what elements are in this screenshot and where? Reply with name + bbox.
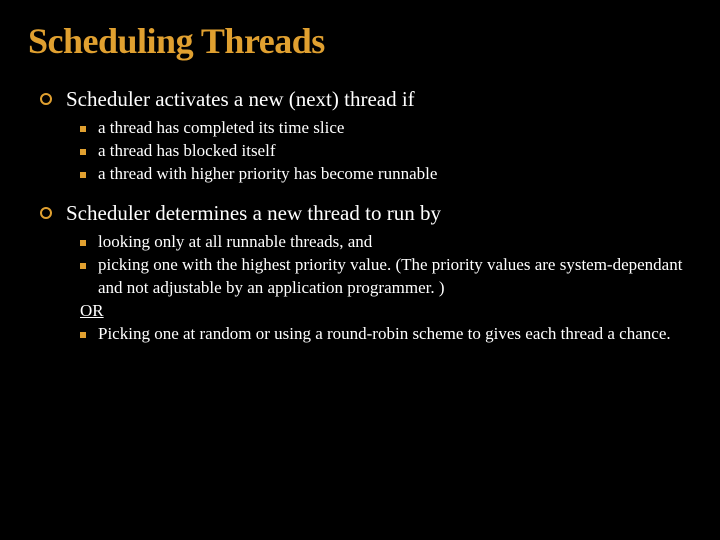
list-item: a thread with higher priority has become…	[28, 163, 692, 186]
bullet-text: looking only at all runnable threads, an…	[98, 231, 372, 254]
circle-bullet-icon	[40, 207, 52, 219]
slide-content: Scheduler activates a new (next) thread …	[28, 86, 692, 346]
list-item: a thread has blocked itself	[28, 140, 692, 163]
square-bullet-icon	[80, 126, 86, 132]
or-separator: OR	[28, 300, 692, 323]
bullet-text: a thread has blocked itself	[98, 140, 276, 163]
slide: Scheduling Threads Scheduler activates a…	[0, 0, 720, 540]
circle-bullet-icon	[40, 93, 52, 105]
list-item: picking one with the highest priority va…	[28, 254, 692, 300]
bullet-text: Scheduler activates a new (next) thread …	[66, 86, 415, 113]
square-bullet-icon	[80, 149, 86, 155]
square-bullet-icon	[80, 332, 86, 338]
bullet-text: a thread has completed its time slice	[98, 117, 344, 140]
list-item: a thread has completed its time slice	[28, 117, 692, 140]
list-item: Picking one at random or using a round-r…	[28, 323, 692, 346]
square-bullet-icon	[80, 172, 86, 178]
square-bullet-icon	[80, 263, 86, 269]
list-item: Scheduler determines a new thread to run…	[28, 200, 692, 227]
square-bullet-icon	[80, 240, 86, 246]
bullet-text: picking one with the highest priority va…	[98, 254, 692, 300]
list-item: looking only at all runnable threads, an…	[28, 231, 692, 254]
bullet-text: Scheduler determines a new thread to run…	[66, 200, 441, 227]
bullet-text: Picking one at random or using a round-r…	[98, 323, 671, 346]
bullet-text: a thread with higher priority has become…	[98, 163, 437, 186]
list-item: Scheduler activates a new (next) thread …	[28, 86, 692, 113]
slide-title: Scheduling Threads	[28, 20, 692, 62]
